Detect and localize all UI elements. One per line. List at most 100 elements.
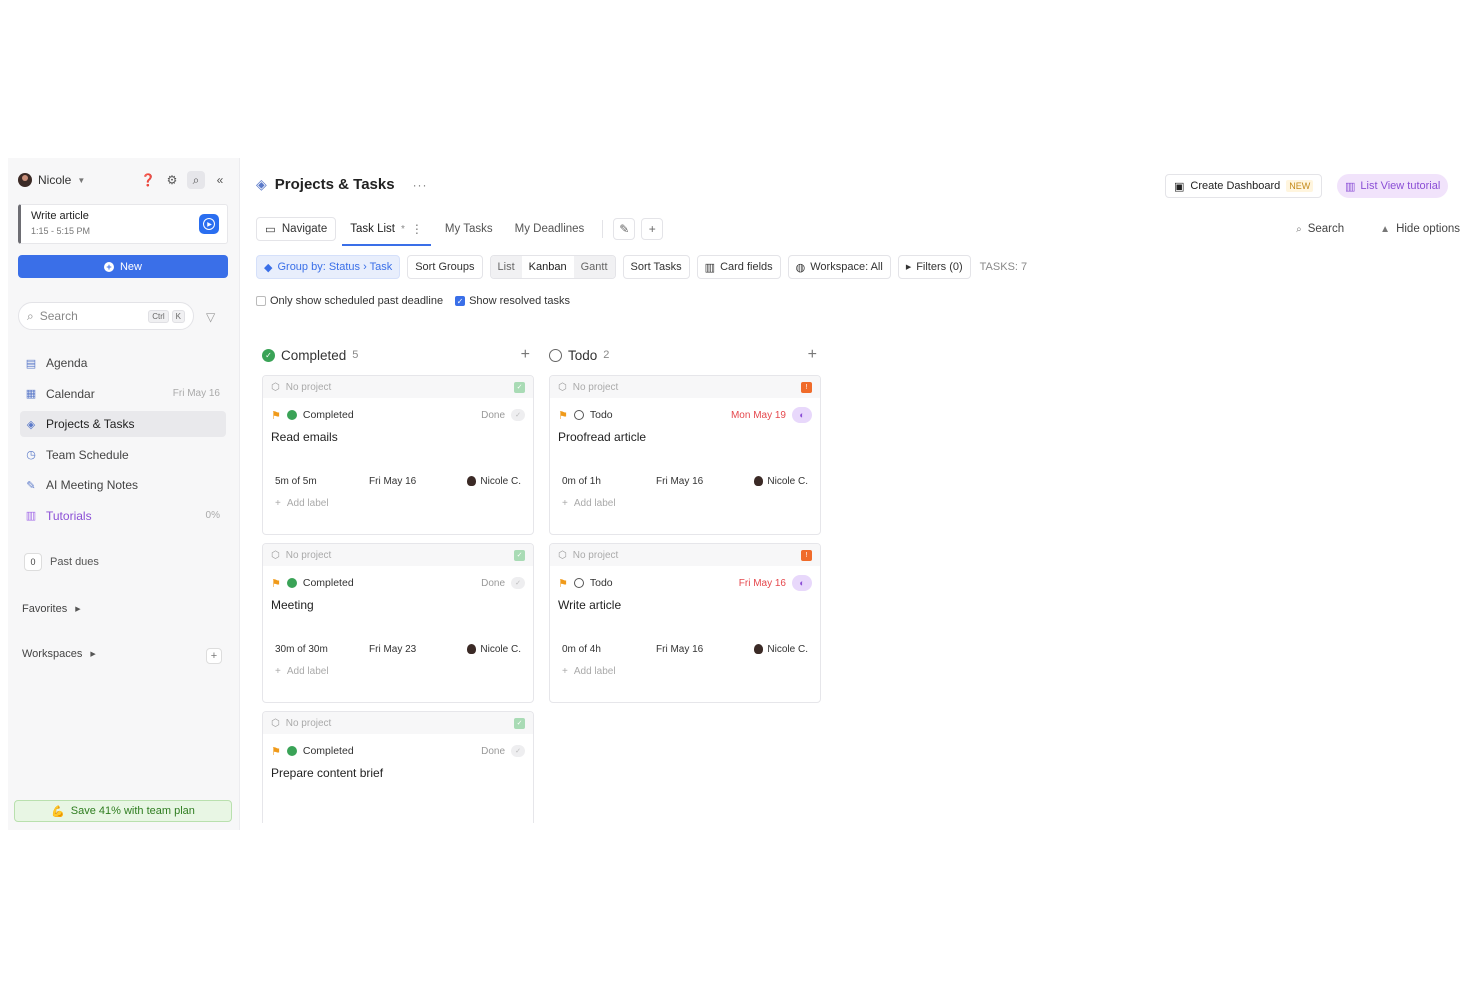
sort-groups-button[interactable]: Sort Groups bbox=[407, 255, 483, 279]
task-card[interactable]: ⬡ No project ✓ ⚑ Completed Done ✓ Read em… bbox=[262, 375, 534, 535]
gear-icon[interactable]: ⚙ bbox=[163, 171, 181, 189]
column-count: 5 bbox=[352, 349, 359, 361]
calendar-date: Fri May 16 bbox=[172, 388, 220, 400]
list-view-tutorial-button[interactable]: ▥ List View tutorial bbox=[1337, 174, 1449, 198]
auto-schedule-icon[interactable]: ◐ bbox=[792, 407, 812, 423]
toggle-icon[interactable]: ✓ bbox=[511, 577, 525, 589]
status-dot-completed bbox=[286, 746, 297, 756]
priority-icon: ! bbox=[801, 549, 812, 561]
sidebar-item-calendar[interactable]: ▦ Calendar Fri May 16 bbox=[20, 381, 226, 407]
tab-task-list[interactable]: Task List * ⋮ bbox=[342, 217, 431, 246]
sidebar-item-ai-meeting-notes[interactable]: ✎ AI Meeting Notes bbox=[20, 472, 226, 498]
filter-icon[interactable]: ▽ bbox=[206, 310, 215, 324]
page-header: ◈ Projects & Tasks ··· bbox=[256, 176, 428, 193]
project-label: No project bbox=[572, 549, 619, 561]
view-gantt[interactable]: Gantt bbox=[573, 256, 615, 278]
new-button-label: New bbox=[119, 260, 142, 273]
toggle-icon[interactable]: ✓ bbox=[511, 409, 525, 421]
task-date: Fri May 16 bbox=[369, 475, 417, 487]
column-header: Todo 2 + bbox=[549, 345, 821, 365]
task-deadline: Done bbox=[481, 409, 505, 421]
past-dues[interactable]: 0 Past dues bbox=[24, 553, 99, 571]
task-card[interactable]: ⬡ No project ✓ ⚑ Completed Done ✓ Meeting… bbox=[262, 543, 534, 703]
tab-my-deadlines[interactable]: My Deadlines bbox=[507, 217, 593, 241]
tutorial-label: List View tutorial bbox=[1360, 180, 1441, 192]
workspace-button[interactable]: ◍ Workspace: All bbox=[787, 255, 891, 279]
sidebar-item-tutorials[interactable]: ▥ Tutorials 0% bbox=[20, 503, 226, 529]
view-list[interactable]: List bbox=[490, 256, 522, 278]
sidebar-item-agenda[interactable]: ▤ Agenda bbox=[20, 350, 226, 376]
sidebar-item-projects-tasks[interactable]: ◈ Projects & Tasks bbox=[20, 411, 226, 438]
group-by-button[interactable]: ◆ Group by: Status › Task bbox=[256, 255, 401, 279]
sidebar: Nicole ▼ ❓ ⚙ ⌕ « Write article 1:15 - 5:… bbox=[8, 158, 240, 830]
check-icon: ✓ bbox=[514, 381, 525, 393]
unsaved-indicator: * bbox=[401, 223, 405, 235]
toggle-icon[interactable]: ✓ bbox=[511, 745, 525, 757]
add-tab-button[interactable]: + bbox=[641, 218, 664, 240]
task-deadline: Fri May 16 bbox=[738, 577, 786, 589]
add-task-button[interactable]: + bbox=[521, 346, 530, 364]
hide-options-button[interactable]: ▲ Hide options bbox=[1380, 223, 1460, 235]
task-name: Write article bbox=[558, 598, 622, 612]
card-fields-label: Card fields bbox=[720, 261, 773, 273]
help-icon[interactable]: ❓ bbox=[139, 171, 157, 189]
new-button[interactable]: + New bbox=[18, 255, 228, 278]
search-icon[interactable]: ⌕ bbox=[187, 171, 205, 189]
notes-icon: ✎ bbox=[26, 479, 36, 492]
current-task-card[interactable]: Write article 1:15 - 5:15 PM ▶ bbox=[18, 204, 228, 244]
past-dues-label: Past dues bbox=[50, 556, 99, 568]
search-button[interactable]: ⌕ Search bbox=[1296, 223, 1344, 235]
collapse-sidebar-icon[interactable]: « bbox=[211, 171, 229, 189]
workspaces-section[interactable]: Workspaces ▶ bbox=[22, 648, 96, 660]
task-deadline: Mon May 19 bbox=[730, 409, 786, 421]
page-title: Projects & Tasks bbox=[274, 176, 395, 193]
card-fields-button[interactable]: ▥ Card fields bbox=[696, 255, 781, 279]
add-label-button[interactable]: + Add label bbox=[550, 666, 820, 677]
book-icon: ▥ bbox=[25, 510, 37, 523]
book-icon: ▥ bbox=[1345, 180, 1356, 193]
tab-my-tasks[interactable]: My Tasks bbox=[437, 217, 501, 241]
task-assignee: Nicole C. bbox=[767, 643, 808, 655]
create-dashboard-button[interactable]: ▣ Create Dashboard NEW bbox=[1165, 174, 1323, 198]
sidebar-item-label: AI Meeting Notes bbox=[46, 478, 139, 493]
favorites-section[interactable]: Favorites ▶ bbox=[22, 603, 81, 615]
column-header: ✓ Completed 5 + bbox=[262, 345, 534, 365]
view-kanban[interactable]: Kanban bbox=[521, 256, 574, 278]
task-card[interactable]: ⬡ No project ! ⚑ Todo Fri May 16 ◐ Write … bbox=[549, 543, 821, 703]
filters-button[interactable]: ▶ Filters (0) bbox=[897, 255, 971, 279]
team-plan-promo[interactable]: 💪 Save 41% with team plan bbox=[14, 800, 232, 822]
user-menu[interactable]: Nicole ▼ bbox=[18, 173, 85, 187]
past-deadline-checkbox[interactable]: Only show scheduled past deadline bbox=[256, 295, 443, 307]
navigate-button[interactable]: ▭ Navigate bbox=[256, 217, 337, 241]
add-label-button[interactable]: + Add label bbox=[263, 666, 533, 677]
sidebar-item-team-schedule[interactable]: ◷ Team Schedule bbox=[20, 442, 226, 468]
vertical-dots-icon[interactable]: ⋮ bbox=[411, 222, 423, 236]
project-label: No project bbox=[285, 549, 332, 561]
check-icon: ✓ bbox=[514, 717, 525, 729]
sidebar-nav: ▤ Agenda ▦ Calendar Fri May 16 ◈ Project… bbox=[20, 350, 226, 534]
edit-tabs-button[interactable]: ✎ bbox=[613, 218, 636, 240]
muscle-icon: 💪 bbox=[51, 805, 65, 818]
chevron-down-icon: ▼ bbox=[77, 175, 86, 185]
show-resolved-checkbox[interactable]: ✓ Show resolved tasks bbox=[455, 295, 570, 307]
auto-schedule-icon[interactable]: ◐ bbox=[792, 575, 812, 591]
view-switcher: List Kanban Gantt bbox=[489, 255, 616, 279]
calendar-icon: ▦ bbox=[25, 388, 37, 401]
task-card[interactable]: ⬡ No project ✓ ⚑ Completed Done ✓ Prepare… bbox=[262, 711, 534, 823]
sidebar-header: Nicole ▼ ❓ ⚙ ⌕ « bbox=[18, 170, 229, 190]
add-workspace-button[interactable]: + bbox=[206, 648, 222, 664]
sort-tasks-button[interactable]: Sort Tasks bbox=[622, 255, 690, 279]
add-label-button[interactable]: + Add label bbox=[263, 498, 533, 509]
workspaces-label: Workspaces bbox=[22, 648, 83, 660]
search-input[interactable]: ⌕ Search Ctrl K bbox=[18, 302, 194, 330]
more-options-icon[interactable]: ··· bbox=[413, 178, 428, 192]
flag-icon: ⚑ bbox=[558, 577, 568, 590]
chevron-right-icon: ▶ bbox=[905, 264, 912, 271]
sidebar-item-label: Tutorials bbox=[46, 508, 92, 523]
task-name: Proofread article bbox=[558, 430, 647, 444]
add-task-button[interactable]: + bbox=[808, 346, 817, 364]
add-label-button[interactable]: + Add label bbox=[550, 498, 820, 509]
start-task-button[interactable]: ▶ bbox=[199, 214, 219, 234]
sidebar-item-label: Projects & Tasks bbox=[46, 417, 135, 432]
task-card[interactable]: ⬡ No project ! ⚑ Todo Mon May 19 ◐ Proofr… bbox=[549, 375, 821, 535]
